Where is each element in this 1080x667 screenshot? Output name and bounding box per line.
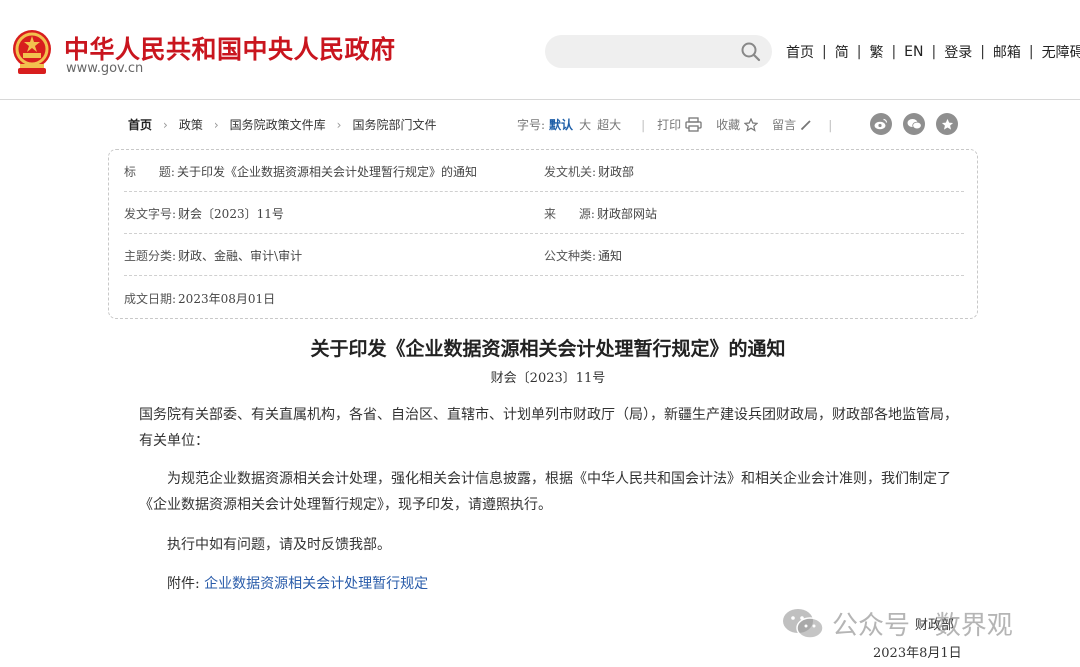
metadata-label: 发文字号: bbox=[124, 207, 177, 221]
nav-english[interactable]: EN bbox=[904, 44, 923, 60]
breadcrumb-policy[interactable]: 政策 bbox=[179, 116, 203, 133]
breadcrumb: 首页 › 政策 › 国务院政策文件库 › 国务院部门文件 bbox=[128, 116, 437, 133]
article-doc-number: 财会〔2023〕11号 bbox=[490, 371, 606, 386]
metadata-row: 标 题: 关于印发《企业数据资源相关会计处理暂行规定》的通知 发文机关: 财政部 bbox=[124, 150, 964, 192]
metadata-value: 财政部网站 bbox=[596, 207, 657, 221]
nav-divider: | bbox=[980, 44, 985, 60]
metadata-row: 成文日期: 2023年08月01日 bbox=[124, 277, 964, 319]
article-recipients: 国务院有关部委、有关直属机构，各省、自治区、直辖市、计划单列市财政厅（局），新疆… bbox=[139, 407, 958, 449]
chevron-right-icon: › bbox=[163, 117, 168, 132]
font-size-xlarge[interactable]: 超大 bbox=[597, 116, 621, 133]
article-title: 关于印发《企业数据资源相关会计处理暂行规定》的通知 bbox=[310, 338, 786, 360]
top-nav: 首页 | 简 | 繁 | EN | 登录 | 邮箱 | 无障碍 bbox=[786, 42, 1080, 62]
site-header: 中华人民共和国中央人民政府 www.gov.cn 首页 | 简 | 繁 | EN | 登… bbox=[0, 0, 1080, 100]
nav-login[interactable]: 登录 bbox=[944, 42, 972, 62]
metadata-date: 成文日期: 2023年08月01日 bbox=[124, 290, 275, 307]
search-input[interactable] bbox=[545, 35, 772, 68]
page-tools: 字号: 默认 大 超大 | 打印 收藏 留言 | bbox=[517, 116, 832, 133]
metadata-row: 发文字号: 财会〔2023〕11号 来 源: 财政部网站 bbox=[124, 192, 964, 234]
article-body-paragraph: 执行中如有问题，请及时反馈我部。 bbox=[167, 537, 391, 553]
metadata-doc-type: 公文种类: 通知 bbox=[544, 247, 622, 264]
chevron-right-icon: › bbox=[336, 117, 342, 132]
pencil-icon bbox=[801, 119, 811, 130]
nav-divider: | bbox=[856, 44, 862, 60]
share-icons bbox=[870, 113, 969, 135]
chevron-right-icon: › bbox=[213, 117, 219, 132]
article-body-paragraph: 为规范企业数据资源相关会计处理，强化相关会计信息披露，根据《中华人民共和国会计法… bbox=[139, 471, 951, 513]
metadata-topic: 主题分类: 财政、金融、审计\审计 bbox=[124, 247, 302, 264]
breadcrumb-department-docs[interactable]: 国务院部门文件 bbox=[352, 116, 436, 133]
document-metadata: 标 题: 关于印发《企业数据资源相关会计处理暂行规定》的通知 发文机关: 财政部 发… bbox=[108, 149, 978, 319]
metadata-label: 标 题: bbox=[124, 165, 175, 179]
nav-divider: | bbox=[931, 44, 937, 60]
site-domain: www.gov.cn bbox=[66, 61, 144, 76]
font-size-default[interactable]: 默认 bbox=[549, 116, 573, 133]
print-button[interactable]: 打印 bbox=[657, 116, 702, 133]
watermark-text: 公众号 · 数界观 bbox=[832, 611, 1013, 641]
national-emblem-icon[interactable] bbox=[10, 28, 54, 78]
favorite-button[interactable]: 收藏 bbox=[716, 116, 759, 133]
attachment-link[interactable]: 企业数据资源相关会计处理暂行规定 bbox=[204, 576, 428, 592]
metadata-value: 关于印发《企业数据资源相关会计处理暂行规定》的通知 bbox=[176, 165, 477, 179]
nav-mailbox[interactable]: 邮箱 bbox=[993, 42, 1021, 62]
comment-label: 留言 bbox=[772, 118, 797, 132]
metadata-value: 财政、金融、审计\审计 bbox=[178, 249, 303, 263]
metadata-value: 财会〔2023〕11号 bbox=[178, 207, 284, 221]
metadata-label: 公文种类: bbox=[544, 249, 597, 263]
wechat-icon[interactable] bbox=[903, 113, 925, 135]
metadata-value: 2023年08月01日 bbox=[178, 292, 276, 306]
metadata-source: 来 源: 财政部网站 bbox=[544, 205, 657, 222]
attachment-label: 附件: bbox=[167, 576, 200, 592]
nav-traditional[interactable]: 繁 bbox=[869, 42, 883, 62]
star-icon[interactable] bbox=[936, 113, 958, 135]
search-icon[interactable] bbox=[740, 41, 762, 63]
tools-divider: | bbox=[641, 117, 646, 132]
metadata-value: 财政部 bbox=[598, 165, 635, 179]
nav-accessibility[interactable]: 无障碍 bbox=[1042, 42, 1080, 62]
metadata-label: 来 源: bbox=[544, 207, 595, 221]
metadata-value: 通知 bbox=[598, 249, 623, 263]
nav-divider: | bbox=[1028, 44, 1034, 60]
nav-home[interactable]: 首页 bbox=[786, 42, 814, 62]
metadata-label: 主题分类: bbox=[124, 249, 177, 263]
metadata-title: 标 题: 关于印发《企业数据资源相关会计处理暂行规定》的通知 bbox=[124, 163, 477, 180]
star-outline-icon bbox=[744, 117, 759, 132]
printer-icon bbox=[685, 117, 702, 132]
nav-divider: | bbox=[822, 44, 827, 60]
breadcrumb-policy-library[interactable]: 国务院政策文件库 bbox=[230, 116, 326, 133]
article-sign-date: 2023年8月1日 bbox=[873, 646, 962, 661]
wechat-watermark-icon bbox=[783, 608, 824, 639]
article-attachment: 附件: 企业数据资源相关会计处理暂行规定 bbox=[139, 571, 959, 597]
metadata-issuer: 发文机关: 财政部 bbox=[544, 163, 634, 180]
font-size-large[interactable]: 大 bbox=[579, 116, 591, 133]
metadata-doc-number: 发文字号: 财会〔2023〕11号 bbox=[124, 205, 284, 222]
nav-divider: | bbox=[891, 44, 897, 60]
comment-button[interactable]: 留言 bbox=[772, 116, 812, 133]
watermark: 公众号 · 数界观 bbox=[782, 605, 1013, 642]
font-size-label: 字号: bbox=[517, 118, 546, 132]
weibo-icon[interactable] bbox=[870, 113, 892, 135]
print-label: 打印 bbox=[657, 118, 682, 132]
nav-simplified[interactable]: 简 bbox=[835, 42, 849, 62]
metadata-label: 发文机关: bbox=[544, 165, 597, 179]
metadata-row: 主题分类: 财政、金融、审计\审计 公文种类: 通知 bbox=[124, 234, 964, 276]
favorite-label: 收藏 bbox=[716, 118, 741, 132]
breadcrumb-home[interactable]: 首页 bbox=[128, 116, 152, 133]
tools-divider: | bbox=[828, 117, 833, 132]
metadata-label: 成文日期: bbox=[124, 292, 177, 306]
